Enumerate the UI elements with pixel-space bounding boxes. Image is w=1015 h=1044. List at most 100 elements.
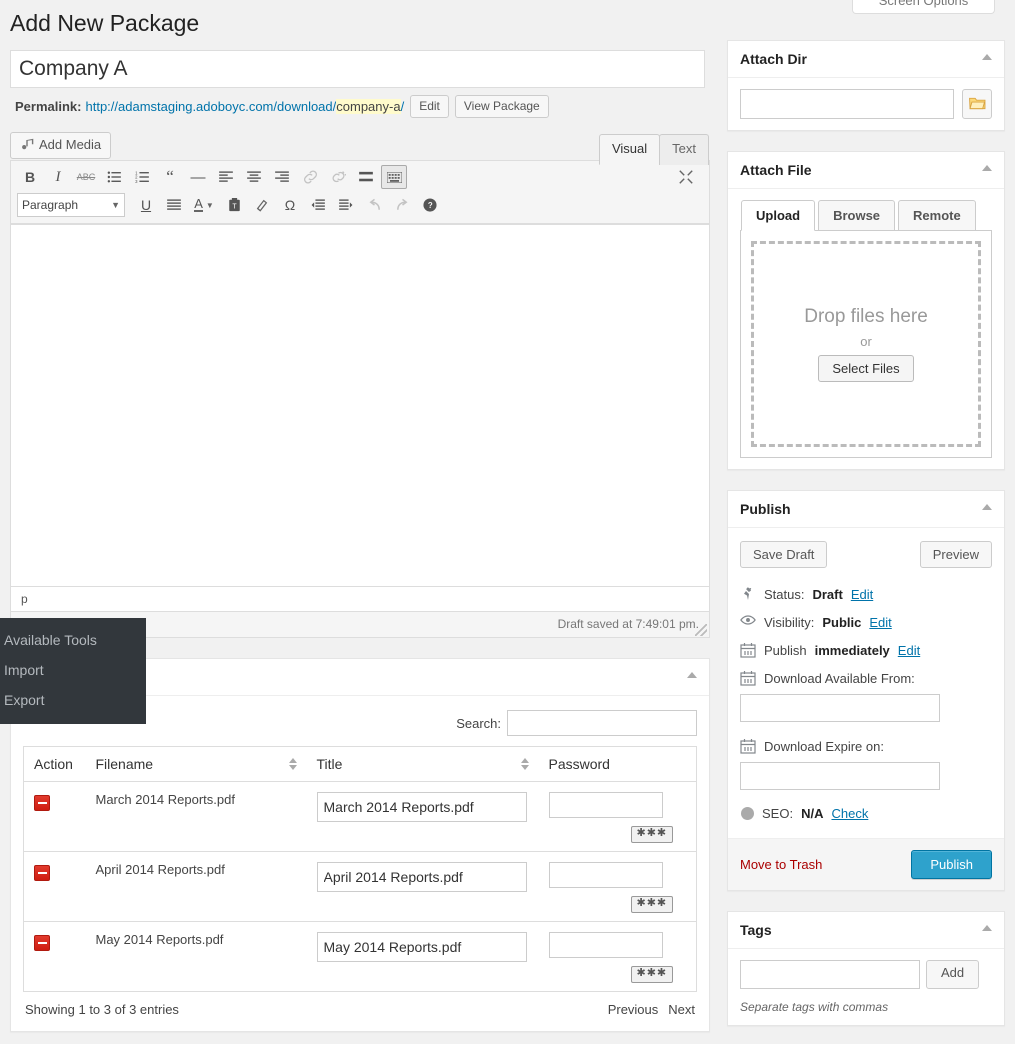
outdent-icon[interactable] [305, 193, 331, 217]
bold-icon[interactable]: B [17, 165, 43, 189]
paste-as-text-icon[interactable]: T [221, 193, 247, 217]
tab-visual[interactable]: Visual [598, 134, 661, 165]
download-available-from-input[interactable] [740, 694, 940, 722]
horizontal-rule-icon[interactable]: — [185, 165, 211, 189]
special-character-icon[interactable]: Ω [277, 193, 303, 217]
editor-resize-handle[interactable] [695, 624, 707, 636]
align-right-icon[interactable] [269, 165, 295, 189]
chevron-up-icon[interactable] [982, 54, 992, 60]
flyout-item-import[interactable]: Import [0, 655, 146, 685]
generate-password-button[interactable]: ✱✱✱ [630, 966, 674, 983]
seo-check-link[interactable]: Check [831, 806, 868, 821]
insert-link-icon[interactable] [297, 165, 323, 189]
flyout-item-available-tools[interactable]: Available Tools [0, 625, 146, 655]
preview-button[interactable]: Preview [919, 541, 992, 568]
fullscreen-icon[interactable] [673, 165, 699, 189]
folder-browse-button[interactable] [962, 89, 992, 119]
clear-formatting-icon[interactable] [249, 193, 275, 217]
align-center-icon[interactable] [241, 165, 267, 189]
file-title-input[interactable] [316, 862, 527, 892]
delete-file-button[interactable] [34, 865, 50, 881]
media-icon [20, 138, 34, 152]
editor-content-area[interactable] [11, 224, 709, 586]
italic-icon[interactable]: I [45, 165, 71, 189]
paragraph-format-select[interactable]: Paragraph ▼ [17, 193, 125, 217]
generate-password-button[interactable]: ✱✱✱ [630, 826, 674, 843]
chevron-up-icon[interactable] [982, 925, 992, 931]
undo-icon[interactable] [361, 193, 387, 217]
publish-visibility-row: Visibility: Public Edit [740, 608, 992, 636]
permalink-label: Permalink: [15, 99, 82, 114]
attach-dir-title: Attach Dir [740, 51, 807, 67]
post-title-input[interactable] [10, 50, 705, 88]
permalink-slug[interactable]: company-a [336, 99, 401, 114]
screen-options-tab[interactable]: Screen Options [852, 0, 995, 14]
tab-upload[interactable]: Upload [741, 200, 816, 231]
table-body: March 2014 Reports.pdf ✱✱✱ [23, 781, 697, 992]
chevron-up-icon[interactable] [982, 504, 992, 510]
permalink-base[interactable]: http://adamstaging.adoboyc.com/download/ [85, 99, 336, 114]
column-header-filename-label: Filename [95, 756, 154, 772]
add-tag-button[interactable]: Add [926, 960, 980, 989]
underline-icon[interactable]: U [133, 193, 159, 217]
delete-file-button[interactable] [34, 795, 50, 811]
attach-dir-input[interactable] [740, 89, 954, 119]
edit-permalink-button[interactable]: Edit [410, 95, 449, 118]
tab-text[interactable]: Text [659, 134, 709, 165]
tab-remote[interactable]: Remote [898, 200, 976, 231]
flyout-item-export[interactable]: Export [0, 685, 146, 715]
file-title-input[interactable] [316, 792, 527, 822]
file-password-input[interactable] [548, 932, 663, 958]
column-header-title[interactable]: Title [306, 746, 539, 782]
align-left-icon[interactable] [213, 165, 239, 189]
keyboard-shortcuts-icon[interactable]: ? [417, 193, 443, 217]
tools-flyout-menu: Available Tools Import Export [0, 618, 146, 724]
blockquote-icon[interactable]: “ [157, 165, 183, 189]
move-to-trash-link[interactable]: Move to Trash [740, 857, 822, 872]
select-files-button[interactable]: Select Files [818, 355, 914, 382]
attach-dir-header: Attach Dir [728, 41, 1004, 78]
main-column: Add New Package Permalink: http://adamst… [10, 0, 710, 1032]
chevron-up-icon[interactable] [982, 165, 992, 171]
numbered-list-icon[interactable]: 123 [129, 165, 155, 189]
download-expire-label: Download Expire on: [764, 738, 884, 754]
save-draft-button[interactable]: Save Draft [740, 541, 828, 568]
tags-input[interactable] [740, 960, 920, 989]
generate-password-button[interactable]: ✱✱✱ [630, 896, 674, 913]
unlink-icon[interactable] [325, 165, 351, 189]
redo-icon[interactable] [389, 193, 415, 217]
edit-schedule-link[interactable]: Edit [898, 643, 920, 658]
indent-icon[interactable] [333, 193, 359, 217]
bulleted-list-icon[interactable] [101, 165, 127, 189]
sort-arrows-icon [288, 758, 297, 770]
view-package-button[interactable]: View Package [454, 95, 549, 118]
file-password-input[interactable] [548, 792, 663, 818]
editor-element-path: p [11, 586, 709, 611]
tags-title: Tags [740, 922, 772, 938]
publish-schedule-row: Publish immediately Edit [740, 636, 992, 664]
delete-file-button[interactable] [34, 935, 50, 951]
add-media-button[interactable]: Add Media [10, 132, 112, 159]
justify-icon[interactable] [161, 193, 187, 217]
search-input[interactable] [507, 710, 697, 736]
chevron-up-icon[interactable] [687, 672, 697, 678]
attach-dir-row [740, 89, 992, 119]
pagination-next[interactable]: Next [668, 1002, 695, 1017]
column-header-filename[interactable]: Filename [85, 746, 307, 782]
strikethrough-icon[interactable]: ABC [73, 165, 99, 189]
edit-status-link[interactable]: Edit [851, 587, 873, 602]
publish-button[interactable]: Publish [911, 850, 992, 879]
read-more-icon[interactable] [353, 165, 379, 189]
editor-tools: Add Media Visual Text [10, 122, 710, 165]
pagination-previous[interactable]: Previous [608, 1002, 659, 1017]
download-expire-input[interactable] [740, 762, 940, 790]
edit-visibility-link[interactable]: Edit [869, 615, 891, 630]
tab-browse[interactable]: Browse [818, 200, 896, 231]
file-password-input[interactable] [548, 862, 663, 888]
file-dropzone[interactable]: Drop files here or Select Files [751, 241, 981, 447]
text-color-icon[interactable]: A ▼ [189, 193, 219, 217]
file-title-input[interactable] [316, 932, 527, 962]
calendar-icon [740, 670, 756, 686]
row-password-cell: ✱✱✱ [538, 781, 697, 852]
toolbar-toggle-icon[interactable] [381, 165, 407, 189]
